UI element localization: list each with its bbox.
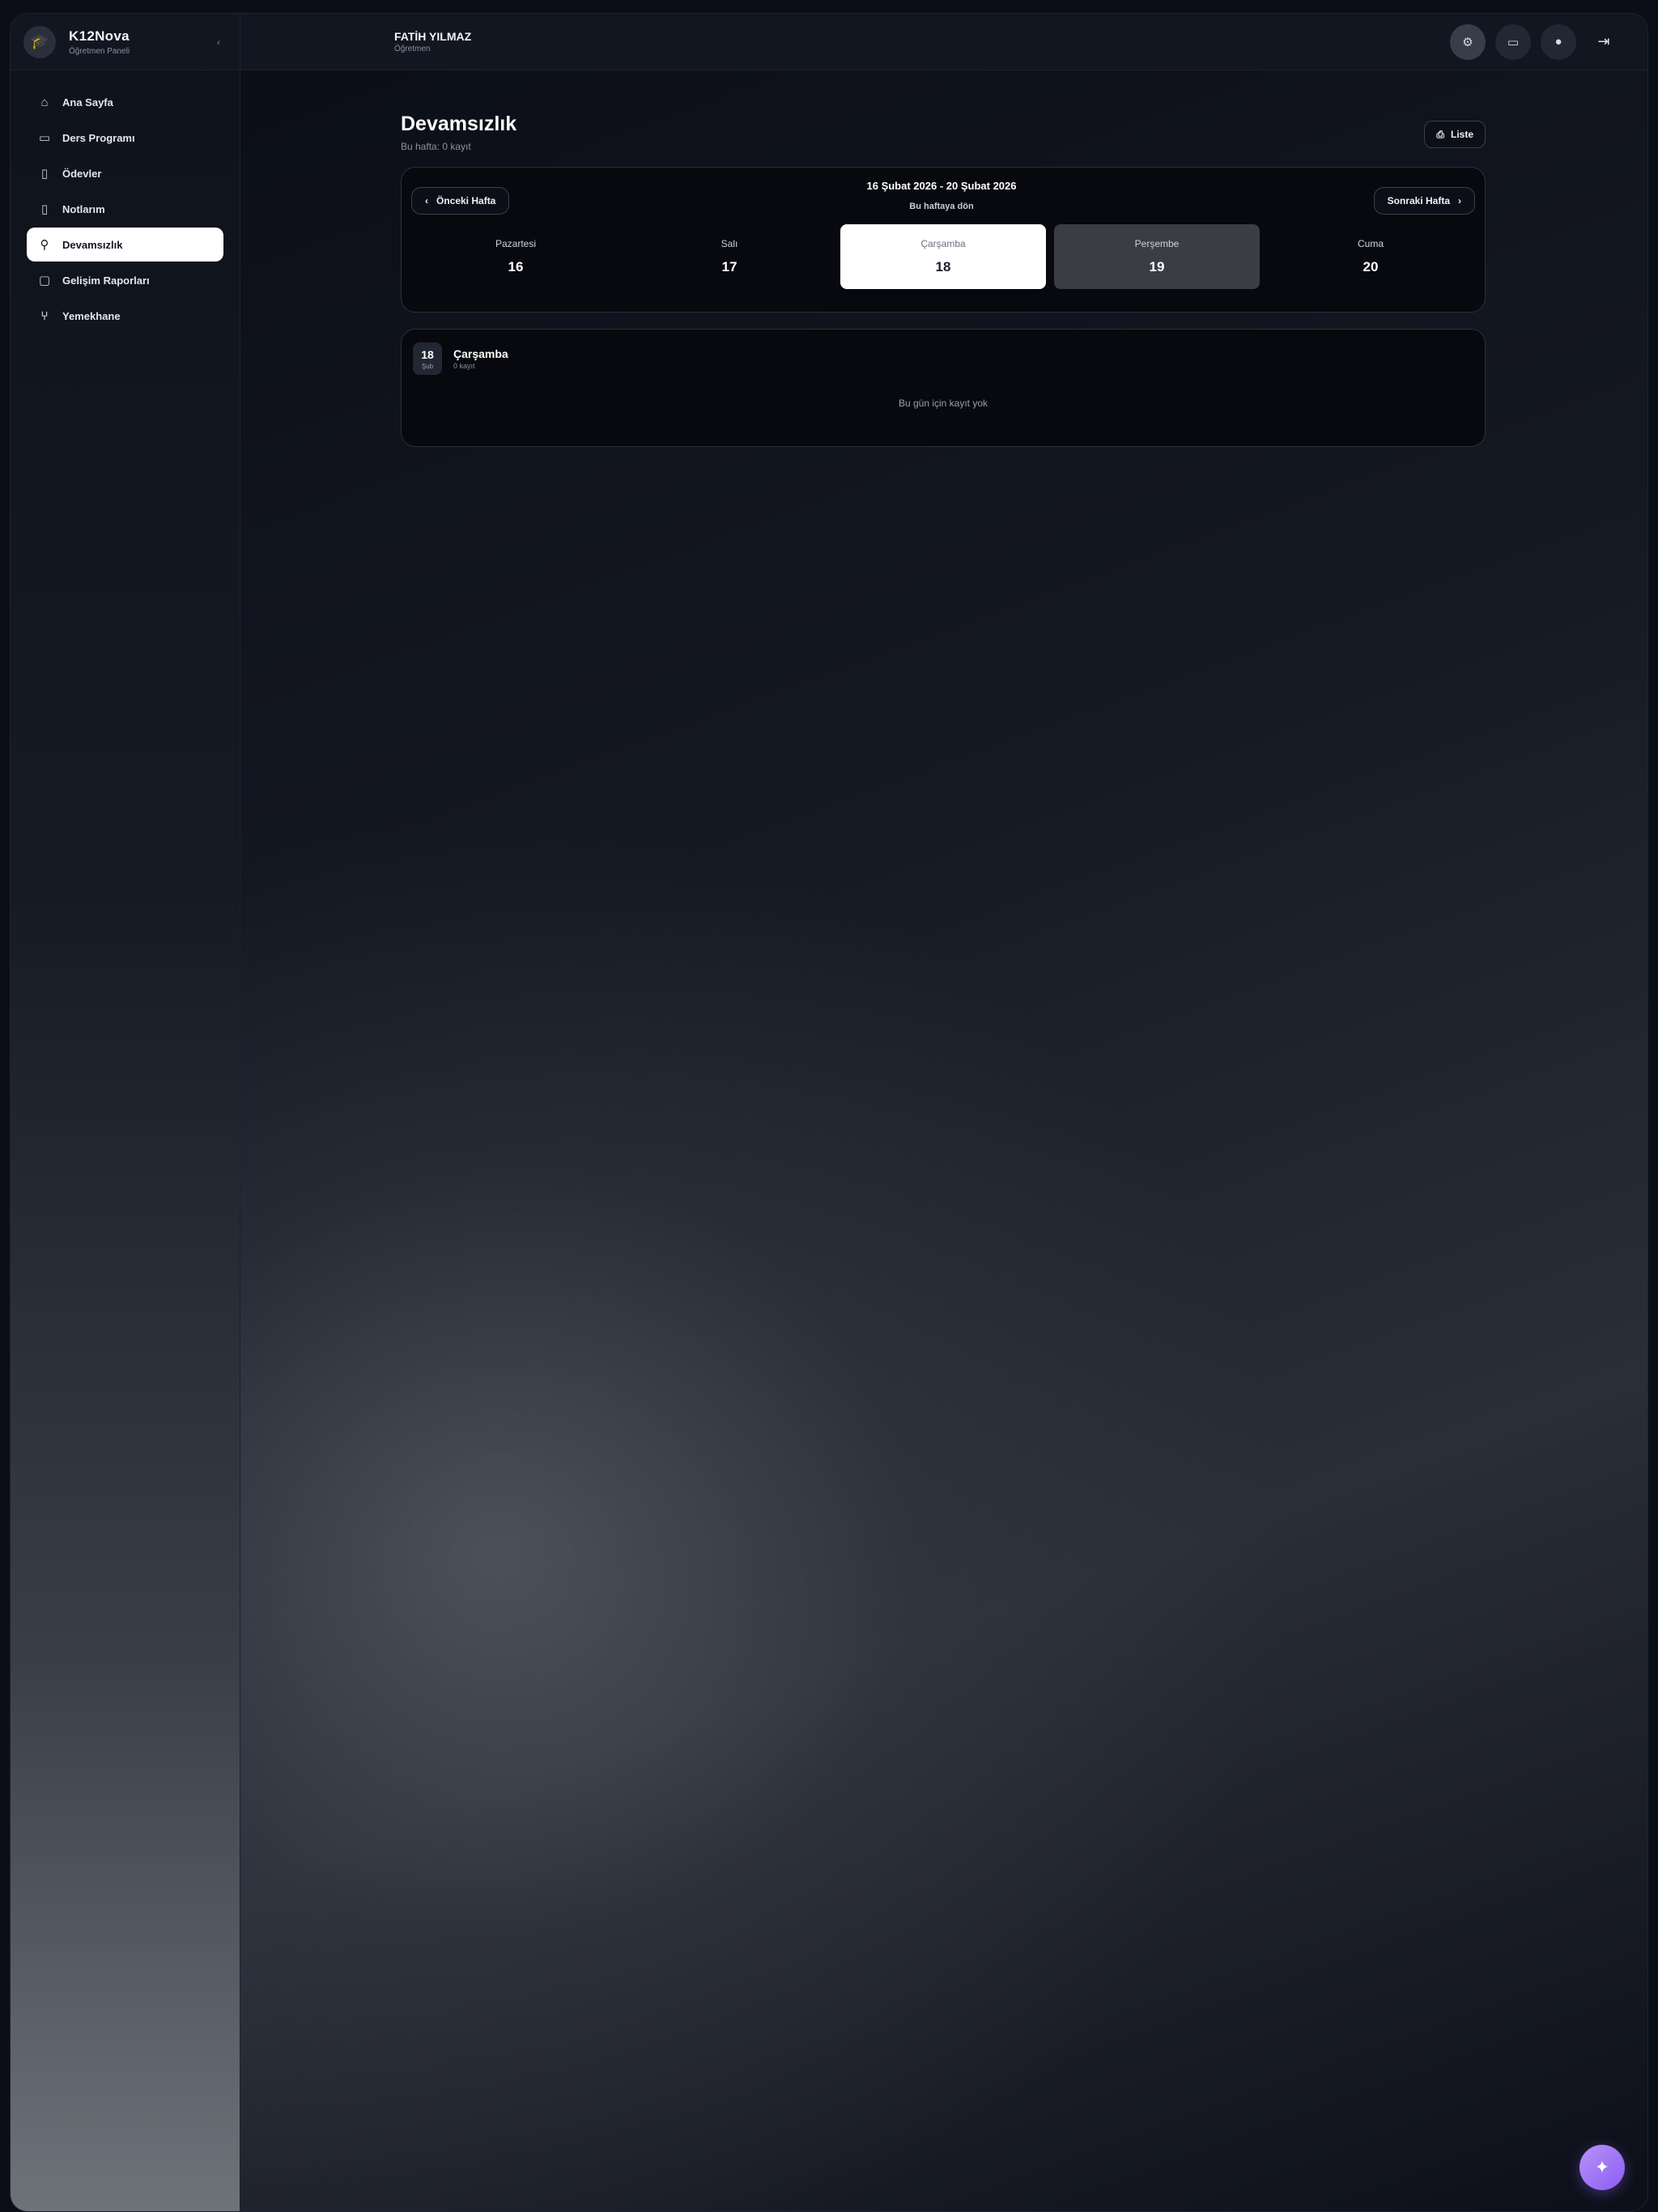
- main-content: Devamsızlık Bu hafta: 0 kayıt ⎙ Liste ‹ …: [401, 70, 1486, 447]
- sidebar-item-label: Yemekhane: [62, 309, 121, 322]
- sidebar-item-ders-programi[interactable]: ▭ Ders Programı: [27, 121, 223, 155]
- next-week-label: Sonraki Hafta: [1387, 195, 1450, 206]
- empty-state-message: Bu gün için kayıt yok: [898, 398, 988, 409]
- globe-icon[interactable]: ●: [1541, 23, 1576, 60]
- previous-week-button[interactable]: ‹ Önceki Hafta: [411, 187, 510, 215]
- day-tab-sali[interactable]: Salı 17: [627, 224, 832, 289]
- sidebar-item-yemekhane[interactable]: ⑂ Yemekhane: [27, 299, 223, 333]
- brand-text: K12Nova Öğretmen Paneli: [69, 28, 130, 56]
- sidebar-item-gelisim-raporlari[interactable]: ▢ Gelişim Raporları: [27, 263, 223, 297]
- day-tabs: Pazartesi 16 Salı 17 Çarşamba 18 Perşemb…: [402, 224, 1485, 289]
- day-detail-card: 18 Şub Çarşamba 0 kayıt Bu gün için kayı…: [401, 329, 1486, 447]
- week-nav: ‹ Önceki Hafta 16 Şubat 2026 - 20 Şubat …: [402, 168, 1485, 215]
- day-tab-pazartesi[interactable]: Pazartesi 16: [413, 224, 619, 289]
- sidebar-item-label: Ana Sayfa: [62, 96, 113, 108]
- top-actions: ⚙ ▭ ● ⇥: [1450, 23, 1622, 60]
- day-number: 17: [721, 259, 738, 274]
- page-subtitle: Bu hafta: 0 kayıt: [401, 141, 471, 152]
- collapse-sidebar-button[interactable]: ‹: [217, 36, 227, 48]
- day-info: Çarşamba 0 kayıt: [453, 347, 508, 370]
- user-role: Öğretmen: [394, 45, 431, 53]
- printer-icon: ⎙: [1436, 128, 1444, 140]
- day-number: 20: [1363, 259, 1379, 274]
- day-tab-persembe[interactable]: Perşembe 19: [1054, 224, 1260, 289]
- sidebar-item-notlarim[interactable]: ▯ Notlarım: [27, 192, 223, 226]
- graduation-cap-icon: 🎓: [23, 25, 56, 58]
- sidebar-item-odevler[interactable]: ▯ Ödevler: [27, 156, 223, 190]
- day-number: 19: [1149, 259, 1165, 274]
- sidebar-item-ana-sayfa[interactable]: ⌂ Ana Sayfa: [27, 85, 223, 119]
- app-window: 🎓 K12Nova Öğretmen Paneli ‹ ⌂ Ana Sayfa …: [10, 13, 1648, 2212]
- day-number: 16: [508, 259, 524, 274]
- week-center: 16 Şubat 2026 - 20 Şubat 2026 Bu haftaya…: [509, 180, 1373, 211]
- assistant-fab-button[interactable]: ✦: [1579, 2145, 1625, 2190]
- week-selector-card: ‹ Önceki Hafta 16 Şubat 2026 - 20 Şubat …: [401, 167, 1486, 313]
- day-number: 18: [935, 259, 951, 274]
- previous-week-label: Önceki Hafta: [436, 195, 496, 206]
- sidebar-nav: ⌂ Ana Sayfa ▭ Ders Programı ▯ Ödevler ▯ …: [11, 70, 240, 333]
- brand-name: K12Nova: [69, 28, 130, 44]
- topbar: FATİH YILMAZ Öğretmen ⚙ ▭ ● ⇥: [240, 14, 1647, 70]
- day-detail-header: 18 Şub Çarşamba 0 kayıt: [402, 330, 1485, 375]
- date-chip-month: Şub: [421, 362, 434, 370]
- record-count: 0 kayıt: [453, 362, 475, 370]
- user-info: FATİH YILMAZ Öğretmen: [394, 30, 471, 53]
- brand-header: 🎓 K12Nova Öğretmen Paneli ‹: [11, 14, 240, 70]
- user-check-icon: ⚲: [40, 238, 49, 252]
- monitor-icon[interactable]: ▭: [1495, 23, 1531, 60]
- chevron-right-icon: ›: [1458, 195, 1461, 206]
- utensils-icon: ⑂: [40, 308, 49, 323]
- sidebar-item-label: Ders Programı: [62, 131, 135, 144]
- date-chip-day: 18: [421, 347, 434, 361]
- page-title: Devamsızlık: [401, 113, 517, 135]
- day-name: Cuma: [1357, 238, 1384, 249]
- sidebar-item-label: Devamsızlık: [62, 238, 123, 251]
- day-tab-carsamba[interactable]: Çarşamba 18: [840, 224, 1046, 289]
- brand-subtitle: Öğretmen Paneli: [69, 46, 130, 56]
- day-title: Çarşamba: [453, 347, 508, 360]
- file-icon: ▢: [38, 274, 51, 287]
- note-icon: ▯: [40, 202, 49, 216]
- day-name: Çarşamba: [920, 238, 966, 249]
- week-range: 16 Şubat 2026 - 20 Şubat 2026: [866, 179, 1017, 192]
- list-button-label: Liste: [1450, 129, 1473, 140]
- day-name: Perşembe: [1134, 238, 1180, 249]
- page-header: Devamsızlık Bu hafta: 0 kayıt ⎙ Liste: [401, 113, 1486, 152]
- current-week-link[interactable]: Bu haftaya dön: [509, 202, 1373, 211]
- sidebar: 🎓 K12Nova Öğretmen Paneli ‹ ⌂ Ana Sayfa …: [11, 14, 240, 2211]
- sidebar-item-label: Ödevler: [62, 167, 102, 180]
- book-icon: ▯: [40, 167, 49, 181]
- user-name: FATİH YILMAZ: [394, 30, 472, 43]
- chevron-left-icon: ‹: [425, 195, 428, 206]
- sparkle-icon: ✦: [1594, 2157, 1610, 2177]
- settings-icon[interactable]: ⚙: [1450, 23, 1486, 60]
- sidebar-item-label: Notlarım: [62, 202, 105, 215]
- list-button[interactable]: ⎙ Liste: [1424, 121, 1486, 148]
- day-name: Salı: [721, 238, 738, 249]
- day-tab-cuma[interactable]: Cuma 20: [1268, 224, 1473, 289]
- date-chip: 18 Şub: [413, 342, 442, 375]
- next-week-button[interactable]: Sonraki Hafta ›: [1373, 187, 1475, 215]
- logout-icon[interactable]: ⇥: [1586, 24, 1622, 60]
- calendar-icon: ▭: [38, 131, 51, 145]
- sidebar-item-label: Gelişim Raporları: [62, 274, 150, 287]
- sidebar-item-devamsizlik[interactable]: ⚲ Devamsızlık: [27, 228, 223, 262]
- day-name: Pazartesi: [495, 238, 537, 249]
- home-icon: ⌂: [40, 95, 49, 109]
